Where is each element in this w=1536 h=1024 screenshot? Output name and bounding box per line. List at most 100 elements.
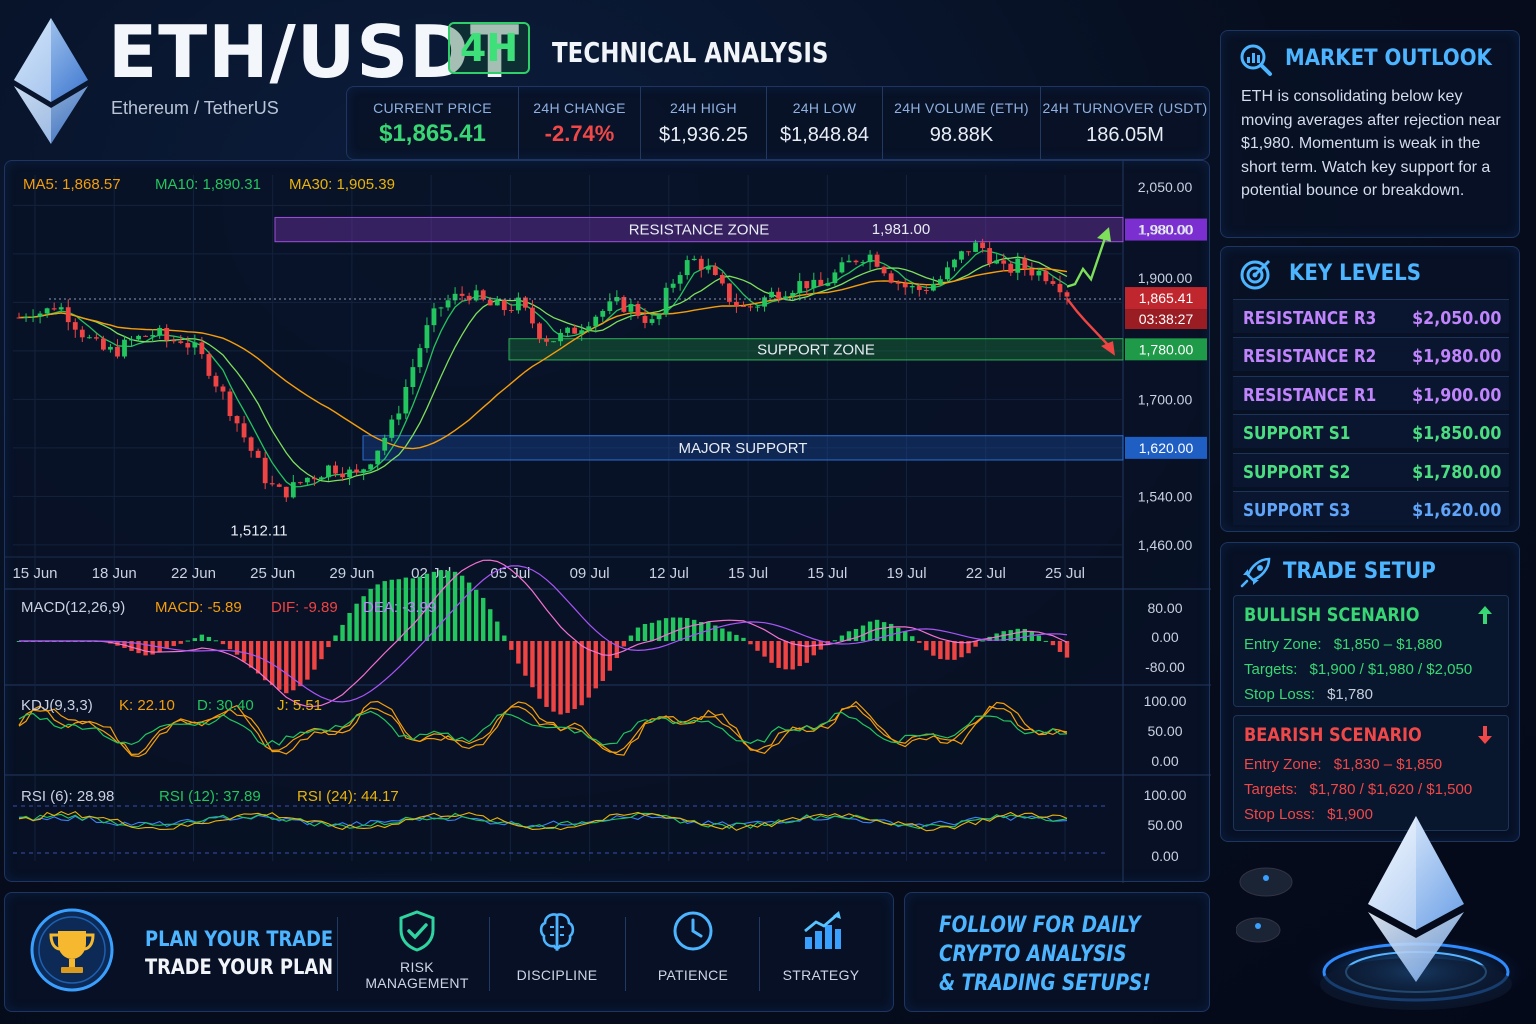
stat-label: 24H TURNOVER (USDT) — [1042, 100, 1208, 116]
candle-body — [719, 274, 725, 284]
chart-panel[interactable]: RESISTANCE ZONE SUPPORT ZONE MAJOR SUPPORT… — [4, 160, 1211, 883]
stat-current-price: CURRENT PRICE $1,865.41 — [347, 87, 519, 159]
candle-body — [565, 327, 571, 333]
dif-value: DIF: -9.89 — [271, 599, 338, 616]
stat-label: 24H HIGH — [670, 100, 737, 116]
level-name: SUPPORT S1 — [1243, 423, 1351, 445]
candle-body — [579, 330, 585, 334]
macd-bar — [600, 641, 605, 681]
follow-cta[interactable]: FOLLOW FOR DAILY CRYPTO ANALYSIS & TRADI… — [939, 911, 1151, 998]
macd-value: MACD: -5.89 — [155, 599, 242, 616]
candle-body — [994, 260, 1000, 264]
level-row: RESISTANCE R2 $1,980.00 — [1233, 337, 1509, 372]
macd-bar — [143, 641, 148, 656]
date-tick-label: 15 Jul — [807, 565, 847, 582]
candle-body — [987, 248, 993, 264]
bar-chart-icon — [804, 911, 841, 949]
price-tick-label: 1,700.00 — [1138, 391, 1193, 407]
macd-bar — [579, 641, 584, 706]
bullish-arrow — [1066, 237, 1107, 288]
candle-body — [628, 304, 634, 312]
candlestick-chart[interactable]: RESISTANCE ZONE SUPPORT ZONE MAJOR SUPPORT… — [5, 161, 1211, 883]
stat-24h-turnover: 24H TURNOVER (USDT) 186.05M — [1041, 87, 1209, 159]
macd-bar — [776, 641, 781, 668]
candle-body — [501, 300, 507, 311]
entry-value: $1,850 – $1,880 — [1333, 636, 1443, 653]
candle-body — [959, 251, 964, 260]
macd-bar — [593, 641, 598, 689]
stat-24h-high: 24H HIGH $1,936.25 — [641, 87, 767, 159]
dif-line — [19, 559, 1068, 708]
macd-bar — [804, 641, 809, 663]
bullish-scenario: BULLISH SCENARIO Entry Zone: $1,850 – $1… — [1233, 595, 1509, 707]
magnifier-chart-icon — [1240, 44, 1272, 76]
candle-body — [741, 305, 746, 307]
macd-bar — [839, 635, 845, 641]
candle-body — [508, 310, 514, 312]
candle-body — [804, 281, 810, 289]
candle-body — [537, 323, 542, 339]
follow-panel[interactable]: FOLLOW FOR DAILY CRYPTO ANALYSIS & TRADI… — [904, 892, 1210, 1012]
price-tick-label: 2,050.00 — [1138, 179, 1193, 195]
candle-body — [480, 290, 486, 300]
level-value: $1,900.00 — [1411, 384, 1501, 406]
macd-bar — [741, 637, 746, 641]
rsi6-line — [18, 810, 1068, 832]
macd-bar — [551, 641, 556, 712]
candle-body — [227, 391, 233, 417]
macd-bar — [178, 641, 183, 644]
candle-body — [122, 339, 127, 357]
candle-body — [16, 317, 22, 319]
macd-bar — [734, 634, 739, 641]
candle-body — [558, 332, 563, 342]
candle-body — [642, 315, 648, 323]
stat-24h-change: 24H CHANGE -2.74% — [519, 87, 641, 159]
level-name: RESISTANCE R2 — [1243, 346, 1377, 368]
candle-body — [248, 437, 254, 451]
zone-label: SUPPORT ZONE — [757, 341, 875, 358]
ma10-legend: MA10: 1,890.31 — [155, 176, 261, 193]
pillar-label: DISCIPLINE — [516, 967, 598, 983]
pillar-discipline: DISCIPLINE — [497, 909, 617, 999]
stat-value: 186.05M — [1086, 124, 1164, 146]
candle-body — [51, 308, 57, 310]
plan-line-2: TRADE YOUR PLAN — [145, 955, 334, 979]
level-name: SUPPORT S3 — [1243, 500, 1351, 521]
pillar-label: PATIENCE — [657, 967, 729, 983]
macd-bar — [903, 631, 908, 641]
candle-body — [276, 484, 282, 487]
entry-value: $1,830 – $1,850 — [1333, 756, 1443, 773]
stat-label: 24H CHANGE — [533, 100, 626, 116]
candle-body — [79, 329, 85, 338]
date-tick-label: 09 Jul — [570, 565, 610, 582]
stat-value: 98.88K — [929, 124, 994, 146]
stat-24h-volume: 24H VOLUME (ETH) 98.88K — [883, 87, 1041, 159]
pair-subtitle: Ethereum / TetherUS — [111, 98, 279, 118]
ma5-legend: MA5: 1,868.57 — [23, 176, 121, 193]
d-line — [18, 710, 1068, 747]
candle-body — [530, 307, 535, 324]
candle-body — [262, 457, 268, 484]
macd-bar — [185, 640, 191, 642]
low-annotation: 1,512.11 — [230, 522, 287, 539]
macd-bar — [537, 641, 542, 699]
candle-body — [403, 386, 409, 414]
candle-body — [867, 254, 873, 263]
macd-bar — [628, 635, 634, 641]
macd-bar — [924, 641, 929, 651]
candle-body — [684, 260, 690, 276]
macd-bar — [523, 641, 528, 676]
rsi12-value: RSI (12): 37.89 — [159, 788, 261, 805]
macd-bar — [333, 635, 338, 641]
rsi12-line — [18, 812, 1068, 830]
candle-body — [389, 419, 395, 438]
ma30-legend: MA30: 1,905.39 — [289, 176, 395, 193]
candle-body — [1043, 270, 1049, 282]
macd-bar — [1050, 641, 1056, 646]
candle-body — [192, 342, 198, 348]
macd-bar — [860, 625, 866, 641]
candle-body — [382, 437, 388, 451]
candle-body — [93, 337, 99, 339]
timeframe-badge[interactable]: 4H — [448, 22, 530, 74]
level-value: $1,850.00 — [1411, 423, 1501, 445]
